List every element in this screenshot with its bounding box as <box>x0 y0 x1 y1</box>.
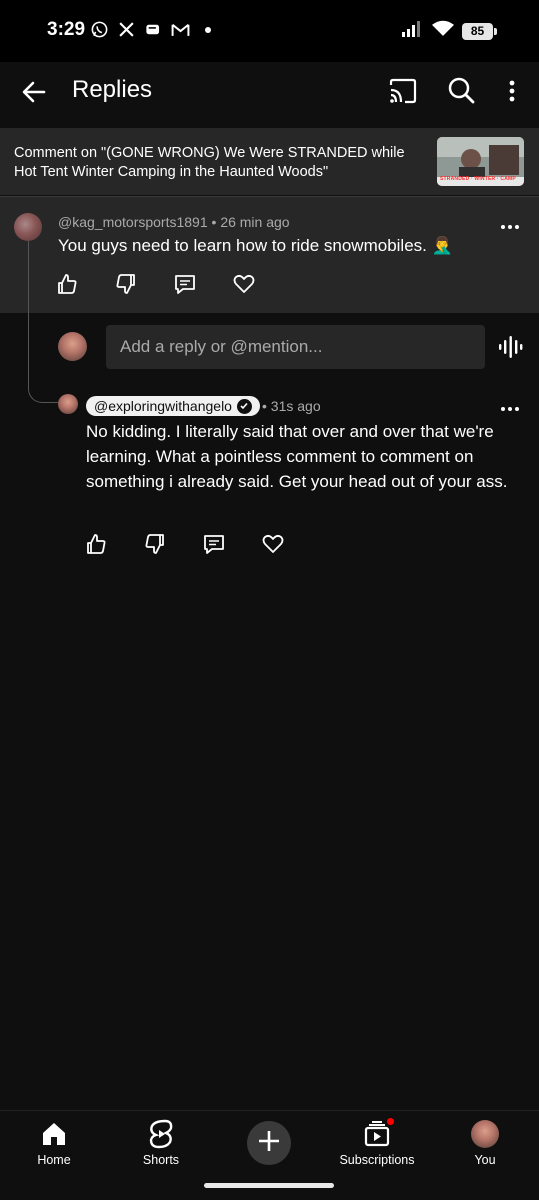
comment-meta: @kag_motorsports1891 • 26 min ago <box>58 214 290 230</box>
search-icon[interactable] <box>446 75 476 105</box>
gmail-icon <box>171 20 190 39</box>
heart-icon <box>261 532 285 561</box>
comment-text: You guys need to learn how to ride snowm… <box>58 236 453 255</box>
parent-comment-actions <box>55 272 291 300</box>
home-icon <box>39 1119 69 1149</box>
meta-separator: • <box>211 214 221 230</box>
video-context-header[interactable]: Comment on "(GONE WRONG) We Were STRANDE… <box>0 128 539 195</box>
nav-subscriptions[interactable]: Subscriptions <box>332 1117 422 1167</box>
more-options-icon[interactable] <box>502 76 522 106</box>
reply-button[interactable] <box>173 272 232 300</box>
comment-icon <box>173 272 197 301</box>
system-icons: 85 <box>402 20 497 42</box>
wifi-icon <box>432 20 454 42</box>
subscriptions-icon <box>362 1117 395 1149</box>
reply-meta: • 31s ago <box>262 398 321 414</box>
comment-options-icon[interactable] <box>498 217 522 237</box>
messaging-icon <box>144 20 163 39</box>
like-button[interactable] <box>84 532 143 560</box>
nav-you-label: You <box>474 1153 496 1167</box>
shorts-icon <box>146 1119 176 1149</box>
heart-button[interactable] <box>232 272 291 300</box>
signal-icon <box>402 20 424 42</box>
comment-time: 26 min ago <box>220 214 290 230</box>
heart-icon <box>232 272 256 301</box>
nav-subscriptions-label: Subscriptions <box>339 1153 415 1167</box>
reply-time: 31s ago <box>270 398 321 414</box>
thumbs-down-icon <box>114 272 138 301</box>
reply-options-icon[interactable] <box>498 399 522 419</box>
comment-icon <box>202 532 226 561</box>
reply-input-row <box>0 325 539 369</box>
notification-icons <box>90 20 217 39</box>
thumbnail-overlay-text: STRANDED · WINTER · CAMP <box>440 176 516 182</box>
status-bar: 3:29 85 <box>0 0 539 62</box>
reply-author: @exploringwithangelo <box>94 398 232 414</box>
home-indicator[interactable] <box>204 1183 334 1188</box>
whatsapp-icon <box>90 20 109 39</box>
dot-icon <box>198 20 217 39</box>
nav-home-label: Home <box>37 1153 71 1167</box>
thumbs-up-icon <box>55 272 79 301</box>
battery-icon: 85 <box>462 22 497 40</box>
reply-comment-actions <box>84 532 320 560</box>
heart-button[interactable] <box>261 532 320 560</box>
create-button[interactable] <box>247 1121 291 1165</box>
current-user-avatar <box>58 332 87 361</box>
reply-text: No kidding. I literally said that over a… <box>86 422 508 491</box>
thumbs-up-icon <box>84 532 108 561</box>
cast-icon[interactable] <box>388 76 418 106</box>
creator-author-chip[interactable]: @exploringwithangelo <box>86 396 260 416</box>
app-bar: Replies <box>0 62 539 128</box>
reply-button[interactable] <box>202 532 261 560</box>
back-arrow-icon[interactable] <box>18 76 50 108</box>
like-button[interactable] <box>55 272 114 300</box>
page-title: Replies <box>72 76 153 103</box>
nav-home[interactable]: Home <box>9 1119 99 1167</box>
status-time: 3:29 <box>47 19 86 40</box>
reply-author-avatar[interactable] <box>58 394 78 414</box>
video-thumbnail[interactable]: STRANDED · WINTER · CAMP <box>437 137 524 186</box>
commenter-avatar[interactable] <box>14 213 42 241</box>
you-avatar-icon <box>470 1119 500 1149</box>
dislike-button[interactable] <box>114 272 173 300</box>
notification-dot <box>386 1117 395 1126</box>
reply-input[interactable] <box>106 325 485 369</box>
thumbs-down-icon <box>143 532 167 561</box>
verified-check-icon <box>236 398 252 414</box>
video-context-text: Comment on "(GONE WRONG) We Were STRANDE… <box>14 145 405 180</box>
plus-icon <box>257 1129 281 1158</box>
meta-separator: • <box>262 398 271 414</box>
voice-input-icon[interactable] <box>498 335 524 359</box>
comment-author[interactable]: @kag_motorsports1891 <box>58 214 208 230</box>
x-icon <box>117 20 136 39</box>
nav-you[interactable]: You <box>440 1119 530 1167</box>
dislike-button[interactable] <box>143 532 202 560</box>
nav-shorts-label: Shorts <box>142 1153 180 1167</box>
nav-shorts[interactable]: Shorts <box>116 1119 206 1167</box>
thread-line <box>28 241 58 403</box>
